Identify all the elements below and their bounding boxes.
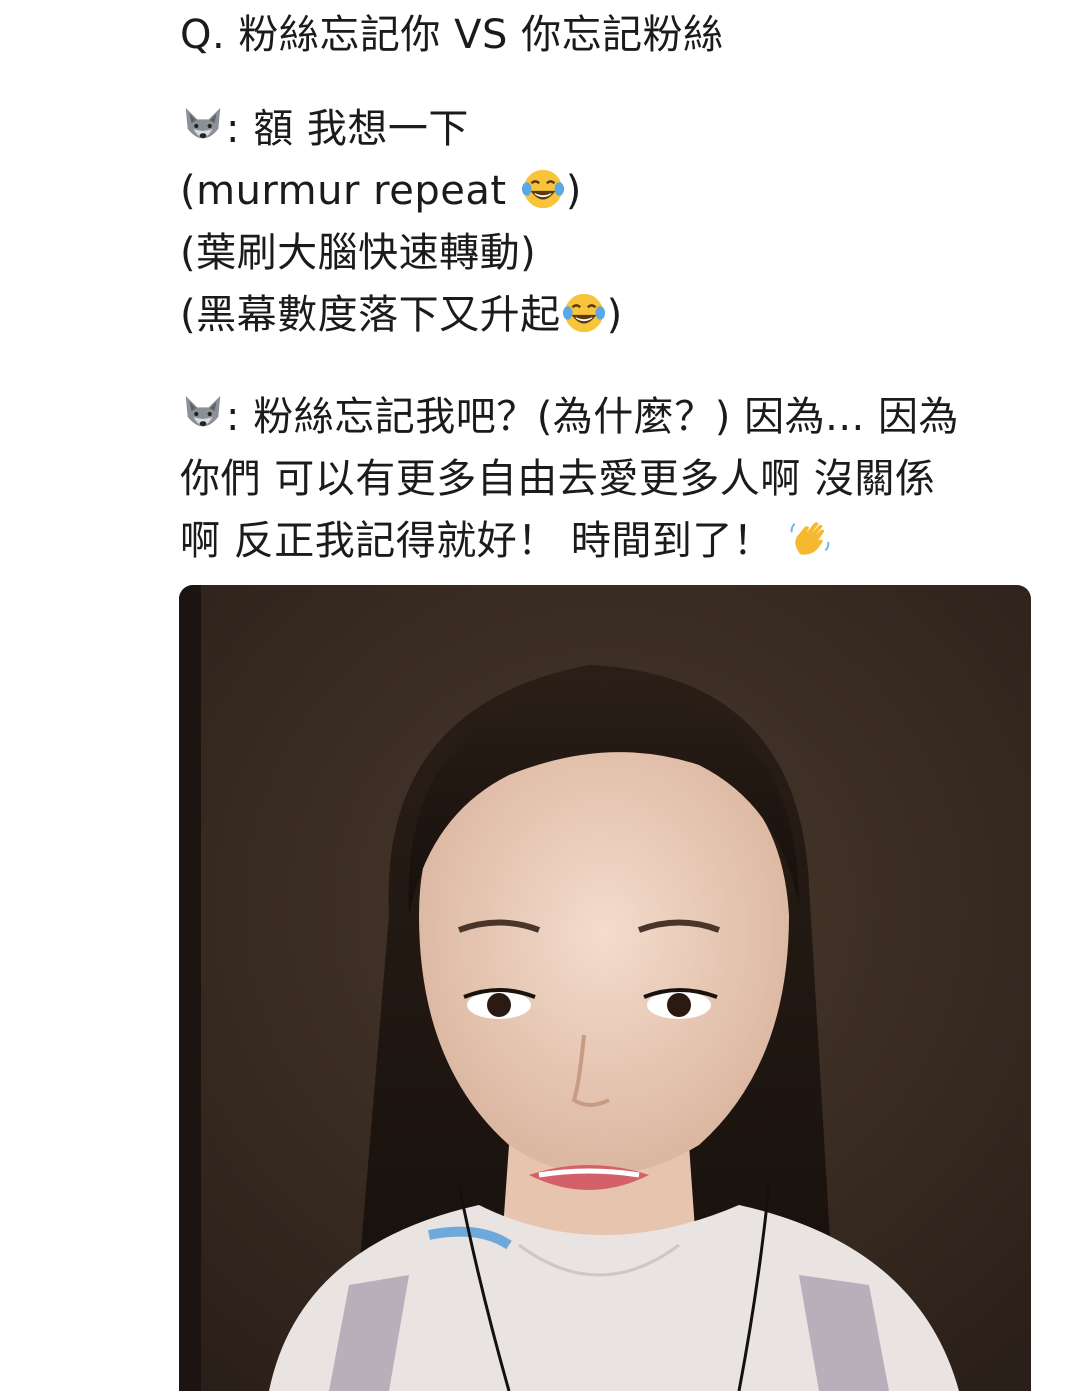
answer-block-1: : 額 我想一下 (murmur repeat ) (葉刷大腦快速轉動) (黑幕…: [180, 98, 1040, 346]
waving-hand-icon: [790, 522, 830, 555]
answer-block-2: : 粉絲忘記我吧？(為什麼？) 因為... 因為 你們 可以有更多自由去愛更多人…: [180, 386, 1040, 572]
answer1-line2-suffix: ): [565, 168, 582, 214]
answer1-line2: (murmur repeat ): [180, 160, 1040, 222]
answer1-line2-prefix: (murmur repeat: [180, 168, 520, 214]
answer2-line3: 啊 反正我記得就好！ 時間到了！: [180, 510, 1040, 572]
answer1-line4-suffix: ): [606, 292, 623, 338]
answer2-line1-text: : 粉絲忘記我吧？(為什麼？) 因為... 因為: [226, 394, 959, 440]
tears-of-joy-icon: [521, 169, 564, 209]
answer2-line3-text: 啊 反正我記得就好！ 時間到了！: [180, 518, 787, 564]
wolf-icon: [185, 107, 221, 139]
answer1-line4-prefix: (黑幕數度落下又升起: [180, 292, 561, 338]
tears-of-joy-icon: [562, 293, 605, 333]
answer2-line1: : 粉絲忘記我吧？(為什麼？) 因為... 因為: [180, 386, 1040, 448]
question-text: Q. 粉絲忘記你 VS 你忘記粉絲: [180, 12, 724, 58]
video-thumbnail[interactable]: [179, 585, 1031, 1391]
answer2-line2: 你們 可以有更多自由去愛更多人啊 沒關係: [180, 456, 936, 502]
answer1-line3: (葉刷大腦快速轉動): [180, 230, 537, 276]
answer1-line4: (黑幕數度落下又升起 ): [180, 284, 1040, 346]
post-body: Q. 粉絲忘記你 VS 你忘記粉絲 : 額 我想一下 (murmur repea…: [180, 0, 1040, 572]
answer1-line1: : 額 我想一下: [180, 98, 1040, 160]
livestream-still-image: [179, 585, 1031, 1391]
answer1-line1-text: : 額 我想一下: [226, 106, 469, 152]
wolf-icon: [185, 395, 221, 427]
